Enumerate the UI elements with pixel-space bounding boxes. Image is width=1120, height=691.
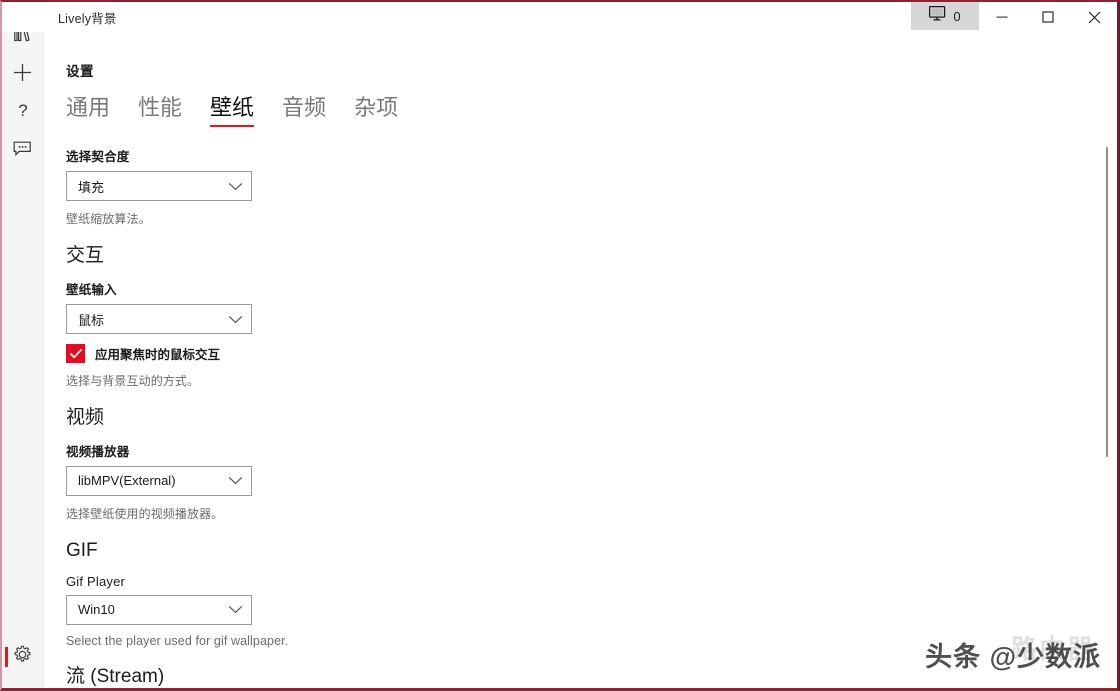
chevron-down-icon — [228, 605, 243, 614]
question-mark-icon: ? — [15, 101, 31, 125]
sidebar-item-feedback[interactable] — [2, 132, 43, 170]
minimize-button[interactable] — [979, 2, 1025, 32]
tab-misc[interactable]: 杂项 — [354, 95, 398, 127]
fit-select[interactable]: 填充 — [66, 171, 252, 202]
sidebar-item-settings[interactable] — [2, 638, 43, 676]
chevron-down-icon — [228, 315, 243, 324]
tab-audio[interactable]: 音频 — [282, 95, 326, 127]
settings-tabs: 通用 性能 壁纸 音频 杂项 — [66, 95, 1114, 128]
sidebar-rail: ? — [2, 2, 44, 688]
video-player-select[interactable]: libMPV(External) — [66, 465, 252, 496]
feedback-chat-icon — [13, 141, 32, 162]
tab-performance[interactable]: 性能 — [138, 95, 182, 127]
fit-hint: 壁纸缩放算法。 — [66, 212, 151, 227]
gif-player-select[interactable]: Win10 — [66, 594, 252, 625]
mouse-focus-checkbox-row[interactable]: 应用聚焦时的鼠标交互 — [66, 344, 1114, 364]
wallpaper-input-select[interactable]: 鼠标 — [66, 304, 252, 335]
monitor-icon — [929, 5, 946, 26]
chevron-down-icon — [228, 182, 243, 191]
sidebar-item-add[interactable] — [2, 56, 43, 94]
video-player-value: libMPV(External) — [78, 473, 176, 489]
gif-hint: Select the player used for gif wallpaper… — [66, 633, 289, 648]
section-video: 视频 — [66, 407, 105, 429]
page-title: 设置 — [66, 64, 94, 79]
tab-wallpaper[interactable]: 壁纸 — [210, 95, 255, 128]
sidebar-rail-bottom — [2, 638, 43, 676]
tab-general[interactable]: 通用 — [66, 95, 110, 127]
title-bar: Lively背景 0 — [2, 2, 1117, 32]
window-title: Lively背景 — [58, 11, 117, 26]
checkbox-checked-icon[interactable] — [66, 344, 85, 364]
mouse-focus-checkbox-label: 应用聚焦时的鼠标交互 — [95, 348, 221, 363]
fit-select-value: 填充 — [78, 179, 105, 195]
gif-player-value: Win10 — [78, 602, 115, 618]
chevron-down-icon — [228, 476, 243, 485]
section-stream: 流 (Stream) — [66, 665, 165, 687]
scrollbar-thumb[interactable] — [1106, 147, 1108, 457]
svg-text:?: ? — [18, 101, 27, 120]
monitor-count-badge[interactable]: 0 — [911, 2, 979, 30]
close-button[interactable] — [1071, 2, 1117, 32]
fit-label: 选择契合度 — [66, 150, 130, 165]
section-interaction: 交互 — [66, 245, 105, 267]
monitor-count: 0 — [953, 8, 961, 24]
wallpaper-input-value: 鼠标 — [78, 312, 105, 328]
scrollbar[interactable] — [1103, 32, 1111, 688]
interaction-hint: 选择与背景互动的方式。 — [66, 374, 200, 389]
app-window: Lively背景 0 ? 设置 通用 性能 壁纸 音频 杂项 选择契合度 填充 … — [0, 0, 1120, 691]
close-icon — [1088, 11, 1100, 23]
sidebar-item-help[interactable]: ? — [2, 94, 43, 132]
gif-player-label: Gif Player — [66, 573, 126, 589]
plus-icon — [13, 63, 32, 87]
settings-content-inner: 设置 通用 性能 壁纸 音频 杂项 选择契合度 填充 壁纸缩放算法。 交互 壁纸… — [44, 32, 1114, 688]
maximize-icon — [1042, 11, 1054, 23]
settings-content: 设置 通用 性能 壁纸 音频 杂项 选择契合度 填充 壁纸缩放算法。 交互 壁纸… — [44, 32, 1114, 688]
minimize-icon — [996, 16, 1008, 18]
video-hint: 选择壁纸使用的视频播放器。 — [66, 506, 224, 521]
title-bar-spacer — [117, 2, 911, 32]
wallpaper-input-label: 壁纸输入 — [66, 283, 117, 298]
video-player-label: 视频播放器 — [66, 444, 130, 459]
gear-icon — [13, 645, 32, 669]
sidebar-rail-top: ? — [2, 18, 43, 170]
maximize-button[interactable] — [1025, 2, 1071, 32]
section-gif: GIF — [66, 539, 98, 561]
